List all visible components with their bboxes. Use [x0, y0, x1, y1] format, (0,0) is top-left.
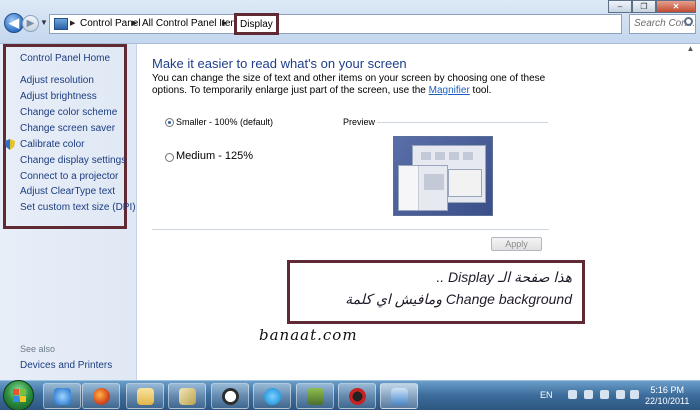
page-description: You can change the size of text and othe… [152, 73, 572, 97]
logo-quadrant [20, 389, 26, 395]
sidebar-item-change-display-settings[interactable]: Change display settings [20, 155, 126, 166]
option-medium-label[interactable]: Medium - 125% [176, 150, 253, 162]
back-button[interactable]: ◀ [4, 13, 24, 33]
taskbar-paint[interactable] [168, 383, 206, 409]
control-panel-icon [54, 18, 68, 30]
logo-quadrant [20, 396, 26, 402]
minimize-button[interactable]: – [608, 0, 632, 13]
start-button[interactable] [3, 380, 34, 410]
close-button[interactable]: ✕ [656, 0, 696, 13]
paint-icon [179, 388, 196, 405]
annotation-line-1: هذا صفحة الـ Display .. [436, 269, 572, 285]
clock-time: 5:16 PM [650, 385, 684, 395]
address-bar: ◀ ▶ ▼ ▶ Control Panel ▶ All Control Pane… [0, 0, 700, 44]
see-also-heading: See also [20, 344, 56, 354]
annotation-line-2: ومافيش اي كلمة Change background [345, 291, 572, 307]
sidebar-item-change-color-scheme[interactable]: Change color scheme [20, 107, 117, 118]
logo-quadrant [13, 389, 19, 395]
skype-icon [264, 388, 281, 405]
clock[interactable]: 5:16 PM 22/10/2011 [645, 385, 689, 407]
radio-smaller[interactable] [165, 118, 174, 127]
show-hidden-icons-icon[interactable] [568, 390, 577, 399]
taskbar-control-panel[interactable] [380, 383, 418, 409]
recent-pages-icon[interactable]: ▼ [40, 18, 48, 27]
taskbar-skype[interactable] [253, 383, 291, 409]
preview-label: Preview [343, 117, 376, 127]
folder-icon [137, 388, 154, 405]
internet-explorer-icon [54, 388, 71, 405]
taskbar-internet-explorer[interactable] [43, 383, 81, 409]
chevron-right-icon[interactable]: ▶ [132, 19, 137, 27]
game-icon [307, 388, 324, 405]
control-panel-icon [391, 388, 408, 405]
chevron-right-icon[interactable]: ▶ [222, 19, 227, 27]
divider [152, 229, 549, 230]
logo-quadrant [13, 396, 19, 402]
clock-icon [222, 388, 239, 405]
language-indicator[interactable]: EN [540, 390, 553, 400]
window-controls: – ❐ ✕ [608, 0, 696, 13]
sidebar-item-calibrate-color[interactable]: Calibrate color [20, 139, 84, 150]
preview-tile [424, 174, 444, 190]
preview-image [393, 136, 493, 216]
preview-divider [377, 122, 548, 123]
magnifier-link[interactable]: Magnifier [429, 85, 470, 96]
forward-button[interactable]: ▶ [22, 15, 39, 32]
preview-window-right [448, 169, 482, 197]
search-input[interactable]: Search Con... [629, 14, 696, 34]
taskbar-media[interactable] [338, 383, 376, 409]
description-text-end: tool. [469, 85, 492, 96]
taskbar-clock-app[interactable] [211, 383, 249, 409]
sidebar-item-change-screen-saver[interactable]: Change screen saver [20, 123, 115, 134]
chevron-right-icon[interactable]: ▶ [70, 19, 75, 27]
sidebar-item-connect-projector[interactable]: Connect to a projector [20, 171, 118, 182]
sidebar-item-custom-text-size[interactable]: Set custom text size (DPI) [20, 202, 136, 213]
action-center-icon[interactable] [600, 390, 609, 399]
watermark: banaat.com [259, 326, 358, 344]
taskbar-windows-explorer[interactable] [126, 383, 164, 409]
page-title: Make it easier to read what's on your sc… [152, 56, 407, 71]
breadcrumb-all-items[interactable]: All Control Panel Items [142, 18, 244, 29]
sidebar-item-adjust-cleartype[interactable]: Adjust ClearType text [20, 186, 115, 197]
taskbar-firefox[interactable] [82, 383, 120, 409]
breadcrumb-display[interactable]: Display [234, 13, 279, 35]
radio-medium[interactable] [165, 153, 174, 162]
windows-logo-icon [13, 389, 26, 402]
preview-window-front [398, 165, 448, 211]
option-smaller-label[interactable]: Smaller - 100% (default) [176, 117, 273, 127]
network-icon[interactable] [584, 390, 593, 399]
maximize-button[interactable]: ❐ [632, 0, 656, 13]
taskbar: EN 5:16 PM 22/10/2011 [0, 380, 700, 410]
preview-tile [463, 152, 473, 160]
clock-date: 22/10/2011 [645, 396, 690, 406]
power-icon[interactable] [616, 390, 625, 399]
firefox-icon [93, 388, 110, 405]
sidebar-item-adjust-resolution[interactable]: Adjust resolution [20, 75, 94, 86]
preview-tile [421, 152, 431, 160]
sidebar: Control Panel Home Adjust resolution Adj… [0, 44, 137, 385]
sidebar-item-control-panel-home[interactable]: Control Panel Home [20, 53, 110, 64]
breadcrumb[interactable]: ▶ Control Panel ▶ All Control Panel Item… [49, 13, 668, 35]
preview-tile [449, 152, 459, 160]
preview-tile [435, 152, 445, 160]
sidebar-item-devices-printers[interactable]: Devices and Printers [20, 360, 112, 371]
taskbar-game[interactable] [296, 383, 334, 409]
media-icon [349, 388, 366, 405]
search-icon[interactable] [684, 17, 693, 26]
main-content: ▲ Make it easier to read what's on your … [137, 44, 700, 385]
sidebar-item-adjust-brightness[interactable]: Adjust brightness [20, 91, 97, 102]
apply-button[interactable]: Apply [491, 237, 542, 251]
scroll-up-icon[interactable]: ▲ [685, 44, 696, 55]
annotation-box: هذا صفحة الـ Display .. ومافيش اي كلمة C… [287, 260, 585, 324]
volume-icon[interactable] [630, 390, 639, 399]
preview-sidebar [399, 166, 419, 210]
